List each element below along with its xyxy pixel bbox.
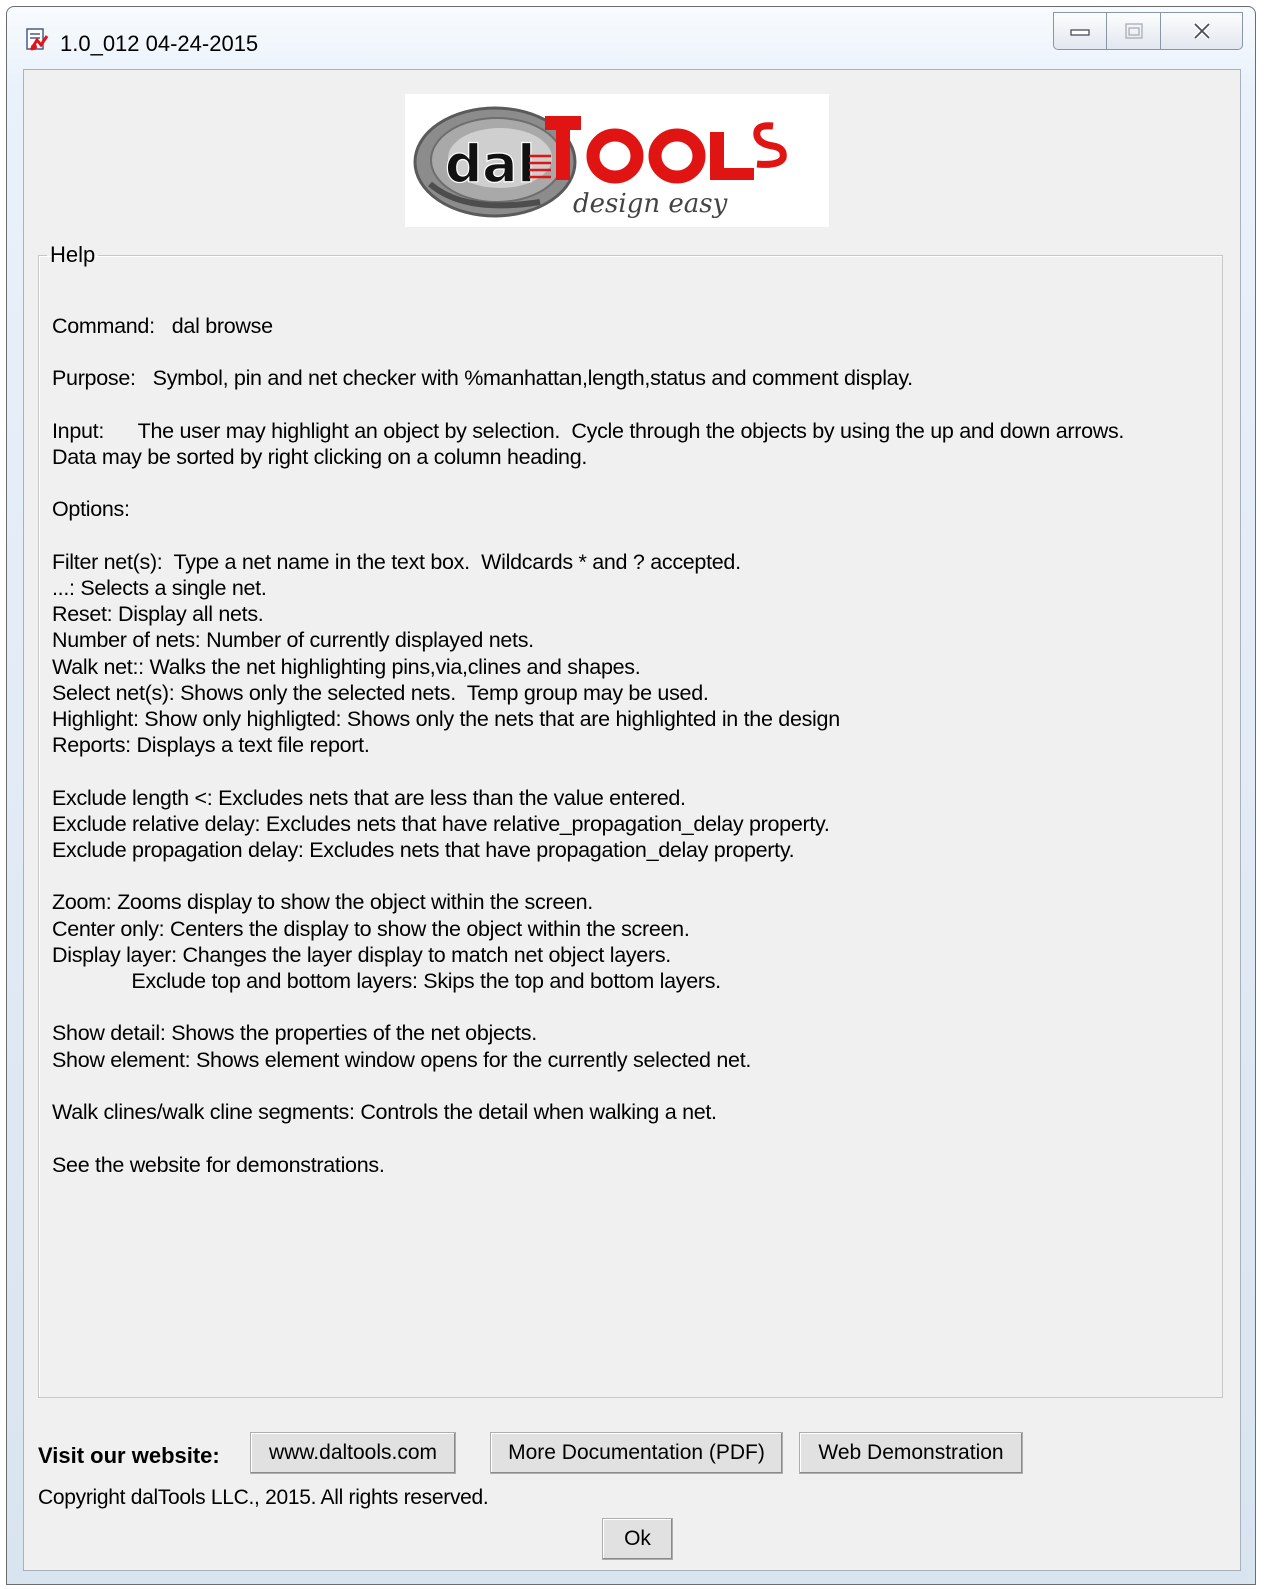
help-dialog-window: 1.0_012 04-24-2015 dal design easy Help … [6, 6, 1256, 1585]
maximize-icon [1124, 23, 1143, 39]
daltools-logo: dal design easy [405, 94, 829, 227]
help-legend: Help [50, 242, 96, 267]
close-icon [1193, 22, 1210, 40]
web-demonstration-button[interactable]: Web Demonstration [799, 1432, 1023, 1474]
app-icon [25, 28, 49, 52]
svg-text:dal: dal [445, 135, 535, 195]
minimize-button[interactable] [1053, 12, 1107, 50]
title-bar[interactable]: 1.0_012 04-24-2015 [7, 7, 1255, 69]
dialog-client-area: dal design easy Help Command: dal browse… [23, 69, 1241, 1571]
window-title: 1.0_012 04-24-2015 [60, 31, 259, 56]
ok-button[interactable]: Ok [602, 1518, 673, 1560]
svg-text:design easy: design easy [573, 189, 728, 219]
visit-website-label: Visit our website: [38, 1443, 220, 1468]
documentation-pdf-button[interactable]: More Documentation (PDF) [490, 1432, 783, 1474]
maximize-button[interactable] [1107, 12, 1161, 50]
help-text: Command: dal browse Purpose: Symbol, pin… [52, 314, 1125, 1177]
help-groupbox: Help Command: dal browse Purpose: Symbol… [38, 242, 1223, 1398]
close-button[interactable] [1161, 12, 1243, 50]
caption-buttons [1053, 12, 1243, 50]
website-button[interactable]: www.daltools.com [250, 1432, 456, 1474]
minimize-icon [1070, 29, 1090, 36]
copyright-text: Copyright dalTools LLC., 2015. All right… [38, 1486, 489, 1509]
